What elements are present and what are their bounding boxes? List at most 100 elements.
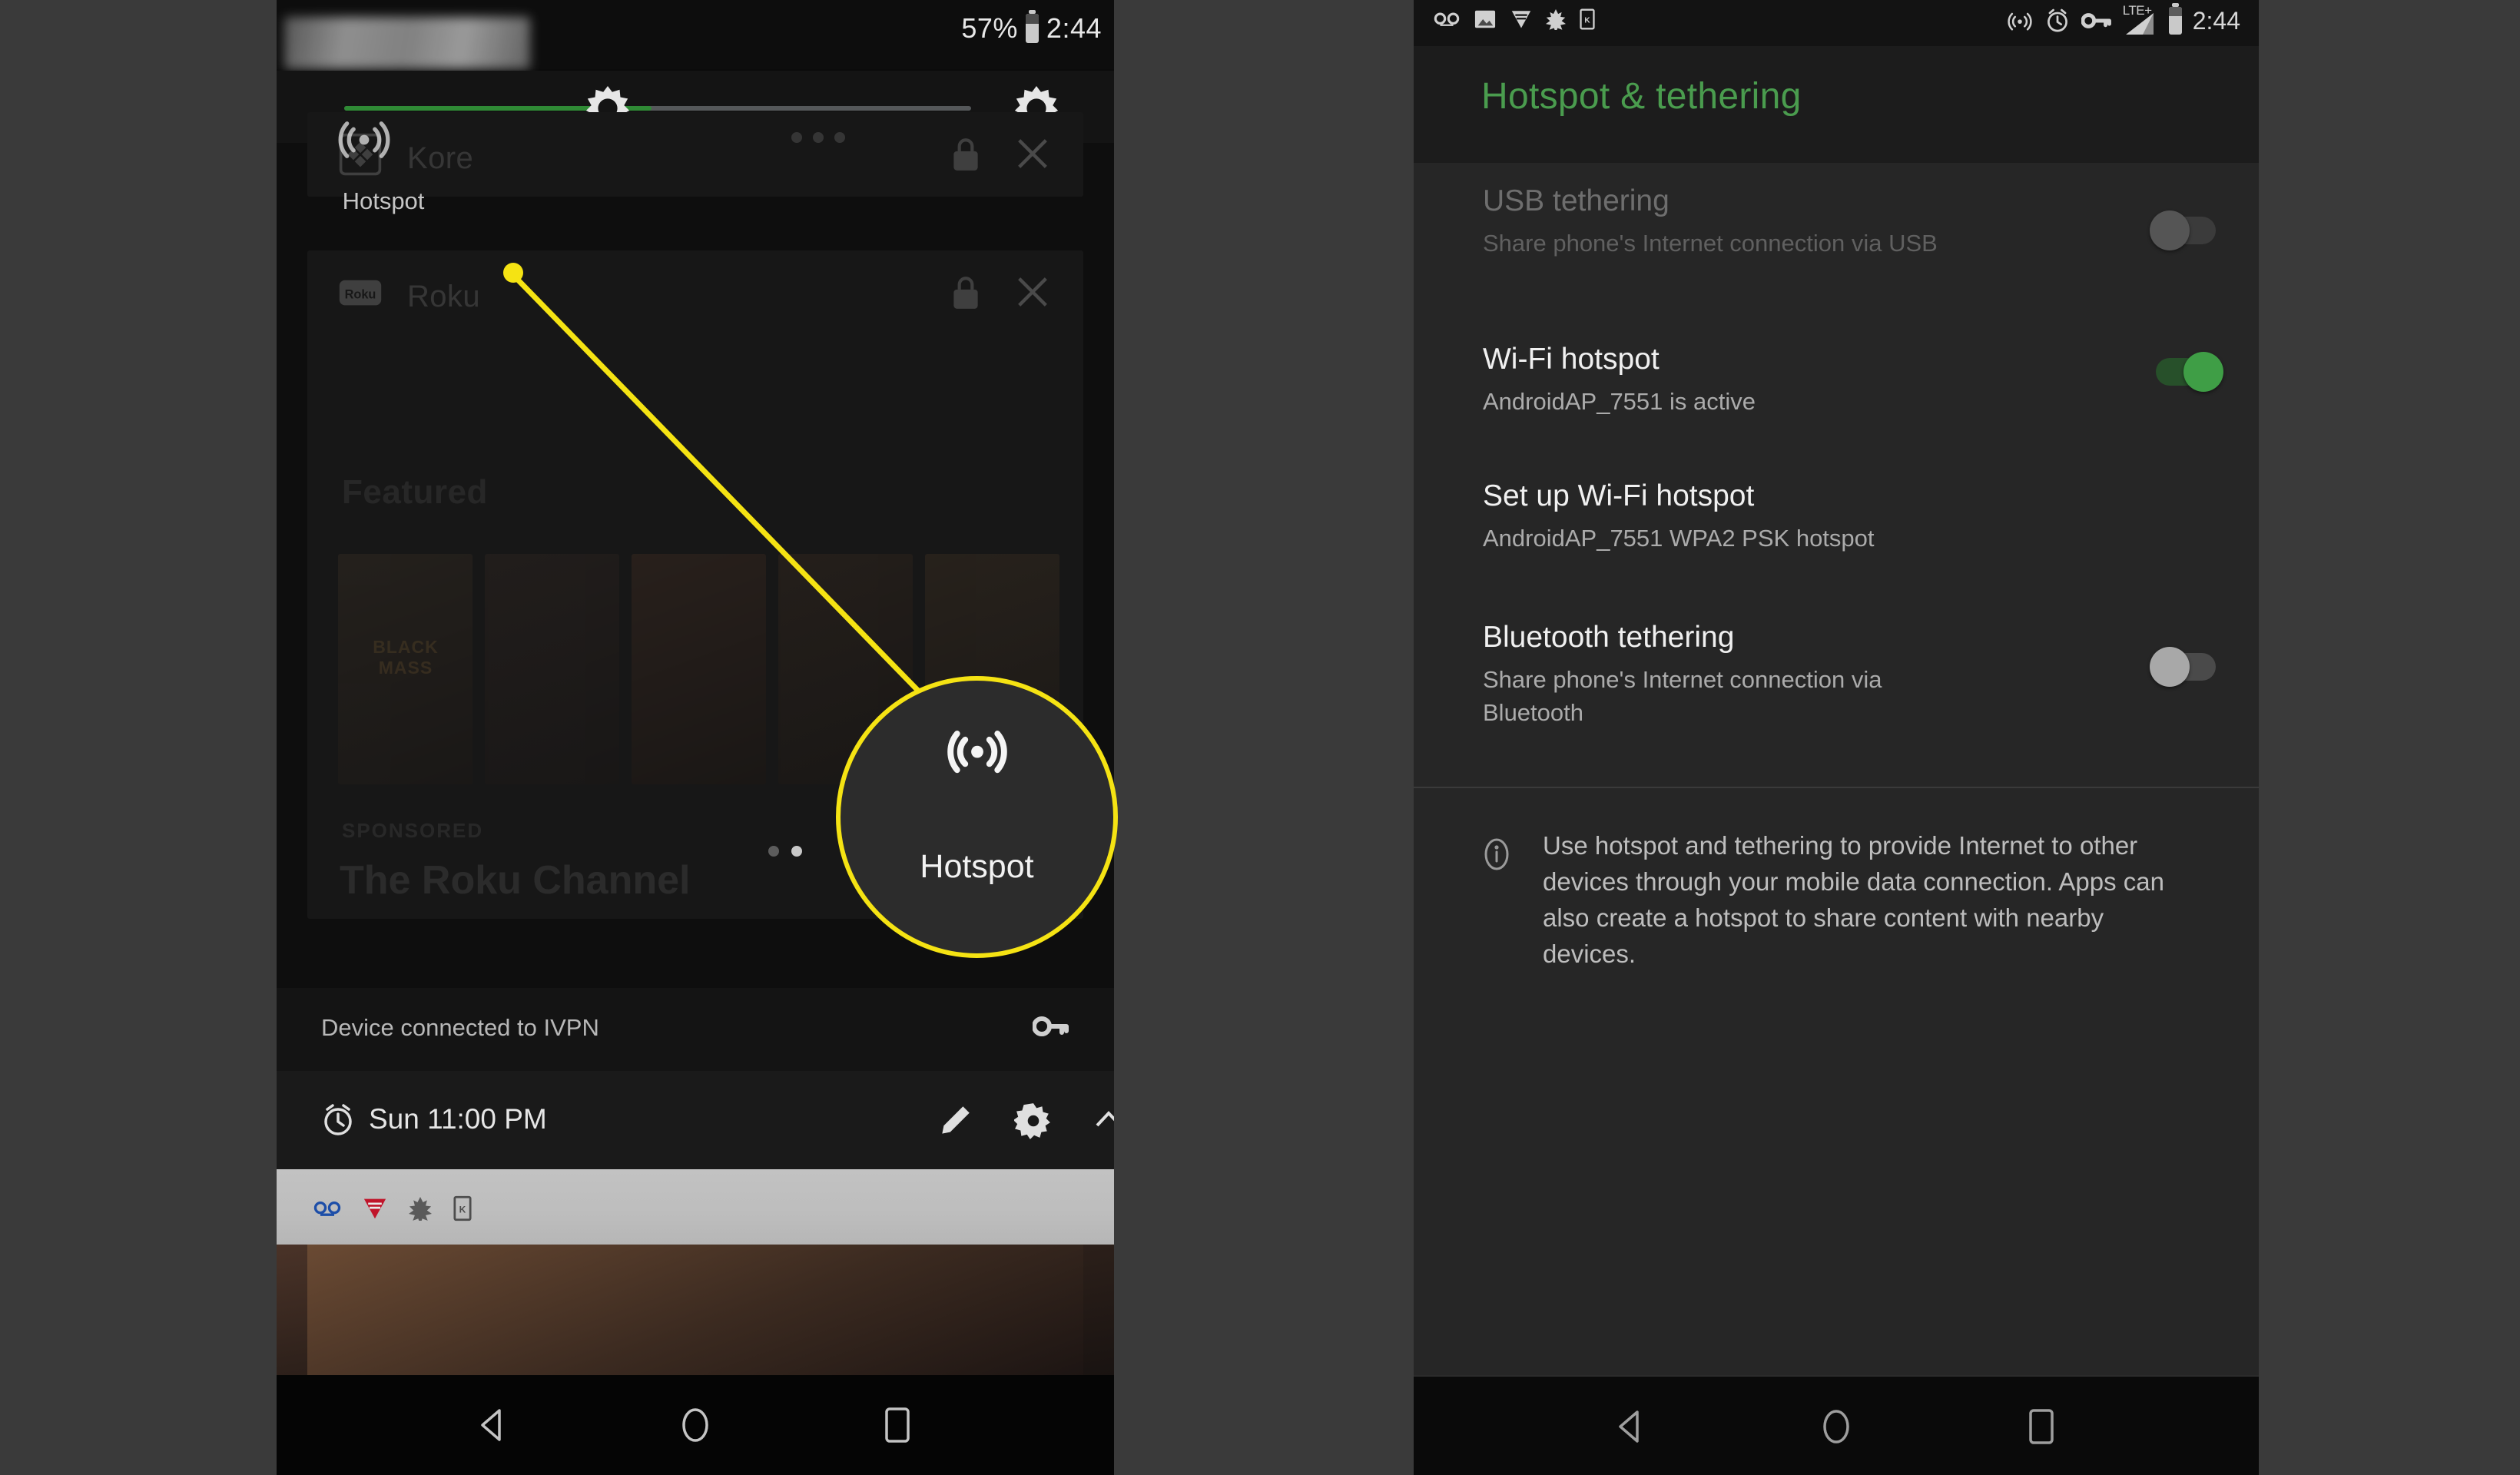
battery-percent-label: 57% — [961, 12, 1018, 44]
roku-featured-label: Featured — [342, 473, 488, 511]
svg-text:Roku: Roku — [345, 287, 376, 301]
blurred-carrier-chip — [284, 17, 530, 69]
usb-tethering-toggle[interactable] — [2150, 210, 2223, 250]
battery-icon — [1025, 10, 1039, 43]
settings-list: USB tethering Share phone's Internet con… — [1414, 163, 2259, 968]
section-divider — [1414, 787, 2259, 788]
settings-header: Hotspot & tethering — [1414, 46, 2259, 163]
close-icon[interactable] — [1013, 134, 1053, 174]
lock-icon — [953, 138, 978, 171]
right-phone-screen: K LTE+ 2:44 Hotspot & tethering USB teth… — [1414, 0, 2259, 1475]
left-navigation-bar — [277, 1375, 1114, 1475]
row-summary: AndroidAP_7551 WPA2 PSK hotspot — [1483, 525, 1875, 552]
row-summary: Share phone's Internet connection via US… — [1483, 230, 1938, 257]
photo-icon — [1474, 10, 1496, 28]
alarm-time-label: Sun 11:00 PM — [369, 1103, 547, 1135]
brightness-track[interactable] — [344, 106, 971, 111]
settings-row-bluetooth-tethering[interactable]: Bluetooth tethering Share phone's Intern… — [1414, 612, 2259, 781]
row-summary: Share phone's Internet connection via Bl… — [1483, 666, 1882, 726]
home-circle-icon[interactable] — [672, 1402, 718, 1448]
recents-square-icon[interactable] — [874, 1402, 920, 1448]
lock-icon — [953, 277, 978, 309]
voicemail-icon — [313, 1202, 341, 1216]
toggle-thumb — [2150, 647, 2190, 687]
row-summary: AndroidAP_7551 is active — [1483, 388, 1756, 415]
row-title: Wi-Fi hotspot — [1483, 343, 1660, 376]
status-bar-system-icons: LTE+ 2:44 — [2006, 3, 2240, 35]
notification-alarm-row[interactable]: Sun 11:00 PM — [277, 1071, 1114, 1169]
notification-card-roku[interactable]: Roku Roku Featured BLACK MASS SPONSORED … — [307, 250, 1083, 919]
notification-vpn-row[interactable]: Device connected to IVPN — [277, 988, 1114, 1071]
poster-tile[interactable]: BLACK MASS — [338, 554, 472, 784]
lte-signal-icon: LTE+ — [2123, 3, 2158, 35]
page-title: Hotspot & tethering — [1481, 76, 1802, 117]
pencil-icon[interactable] — [936, 1102, 974, 1140]
leaf-icon — [1546, 9, 1566, 30]
home-circle-icon[interactable] — [1813, 1404, 1859, 1450]
roku-page-dots — [768, 846, 802, 857]
wifi-hotspot-toggle[interactable] — [2150, 352, 2223, 392]
clock-label: 2:44 — [2192, 6, 2240, 35]
home-wallpaper — [277, 1245, 1114, 1375]
hotspot-icon — [338, 121, 390, 158]
back-triangle-icon[interactable] — [470, 1402, 516, 1448]
toggle-thumb — [2150, 210, 2190, 250]
poster-tile[interactable] — [632, 554, 766, 784]
roku-overflow-icon[interactable]: ... — [1016, 857, 1048, 892]
v-logo-icon — [1511, 11, 1531, 28]
vpn-status-label: Device connected to IVPN — [321, 1014, 599, 1041]
kindle-icon: K — [1580, 8, 1595, 30]
svg-text:K: K — [459, 1205, 466, 1215]
battery-icon — [2168, 3, 2182, 35]
poster-tile[interactable] — [485, 554, 619, 784]
right-navigation-bar — [1414, 1375, 2259, 1475]
recents-square-icon[interactable] — [2018, 1404, 2064, 1450]
v-logo-icon — [363, 1198, 386, 1219]
chevron-up-icon[interactable] — [1091, 1102, 1114, 1140]
close-icon[interactable] — [1013, 272, 1053, 312]
key-icon — [1033, 1016, 1069, 1036]
quick-settings-tile-hotspot[interactable]: Hotspot — [338, 114, 430, 229]
info-footer-text: Use hotspot and tethering to provide Int… — [1543, 831, 2165, 968]
leaf-icon — [409, 1197, 432, 1221]
left-status-bar: 57% 2:44 — [277, 0, 1114, 69]
row-title: Bluetooth tethering — [1483, 621, 1735, 654]
hotspot-icon — [2008, 12, 2032, 31]
key-icon — [2081, 13, 2111, 28]
alarm-clock-icon — [2047, 8, 2067, 32]
tray-icon-group: K — [313, 1195, 472, 1221]
notification-header: Roku Roku — [307, 250, 1083, 335]
info-footer: Use hotspot and tethering to provide Int… — [1414, 831, 2259, 1025]
poster-title: BLACK MASS — [373, 637, 439, 678]
roku-icon: Roku — [339, 280, 382, 306]
notification-app-name: Roku — [407, 280, 480, 313]
quick-settings-and-notifications: Kore Hotspot Roku Roku Featured BLACK MA… — [277, 112, 1114, 988]
gear-icon[interactable] — [1014, 1102, 1053, 1140]
kindle-icon: K — [453, 1195, 472, 1221]
quick-settings-page-dots — [791, 132, 845, 143]
row-title: USB tethering — [1483, 184, 1670, 217]
settings-row-wifi-hotspot[interactable]: Wi-Fi hotspot AndroidAP_7551 is active — [1414, 332, 2259, 470]
info-icon — [1484, 838, 1509, 870]
right-status-bar: K LTE+ 2:44 — [1414, 0, 2259, 46]
clock-label: 2:44 — [1046, 12, 1102, 44]
poster-tile[interactable] — [925, 554, 1059, 784]
wallpaper-inner — [307, 1245, 1083, 1375]
left-phone-screen: 57% 2:44 Kore Hotspot Roku Roku Featured… — [277, 0, 1114, 1475]
voicemail-icon — [1434, 12, 1460, 26]
roku-channel-title: The Roku Channel — [340, 858, 691, 903]
bluetooth-tethering-toggle[interactable] — [2150, 647, 2223, 687]
back-triangle-icon[interactable] — [1608, 1404, 1654, 1450]
quick-settings-tile-label: Hotspot — [342, 187, 425, 214]
roku-poster-row[interactable]: BLACK MASS — [338, 554, 1091, 784]
settings-row-setup-wifi-hotspot[interactable]: Set up Wi-Fi hotspot AndroidAP_7551 WPA2… — [1414, 470, 2259, 612]
poster-tile[interactable] — [778, 554, 913, 784]
screenshot-canvas: 57% 2:44 Kore Hotspot Roku Roku Featured… — [0, 0, 2520, 1475]
settings-row-usb-tethering[interactable]: USB tethering Share phone's Internet con… — [1414, 163, 2259, 332]
svg-text:K: K — [1584, 17, 1590, 25]
alarm-clock-icon — [324, 1104, 352, 1135]
left-status-right-cluster: 57% 2:44 — [961, 10, 1102, 45]
status-bar-notification-icons: K — [1434, 8, 1595, 30]
row-title: Set up Wi-Fi hotspot — [1483, 479, 1755, 512]
app-tray-strip: K — [277, 1169, 1114, 1245]
